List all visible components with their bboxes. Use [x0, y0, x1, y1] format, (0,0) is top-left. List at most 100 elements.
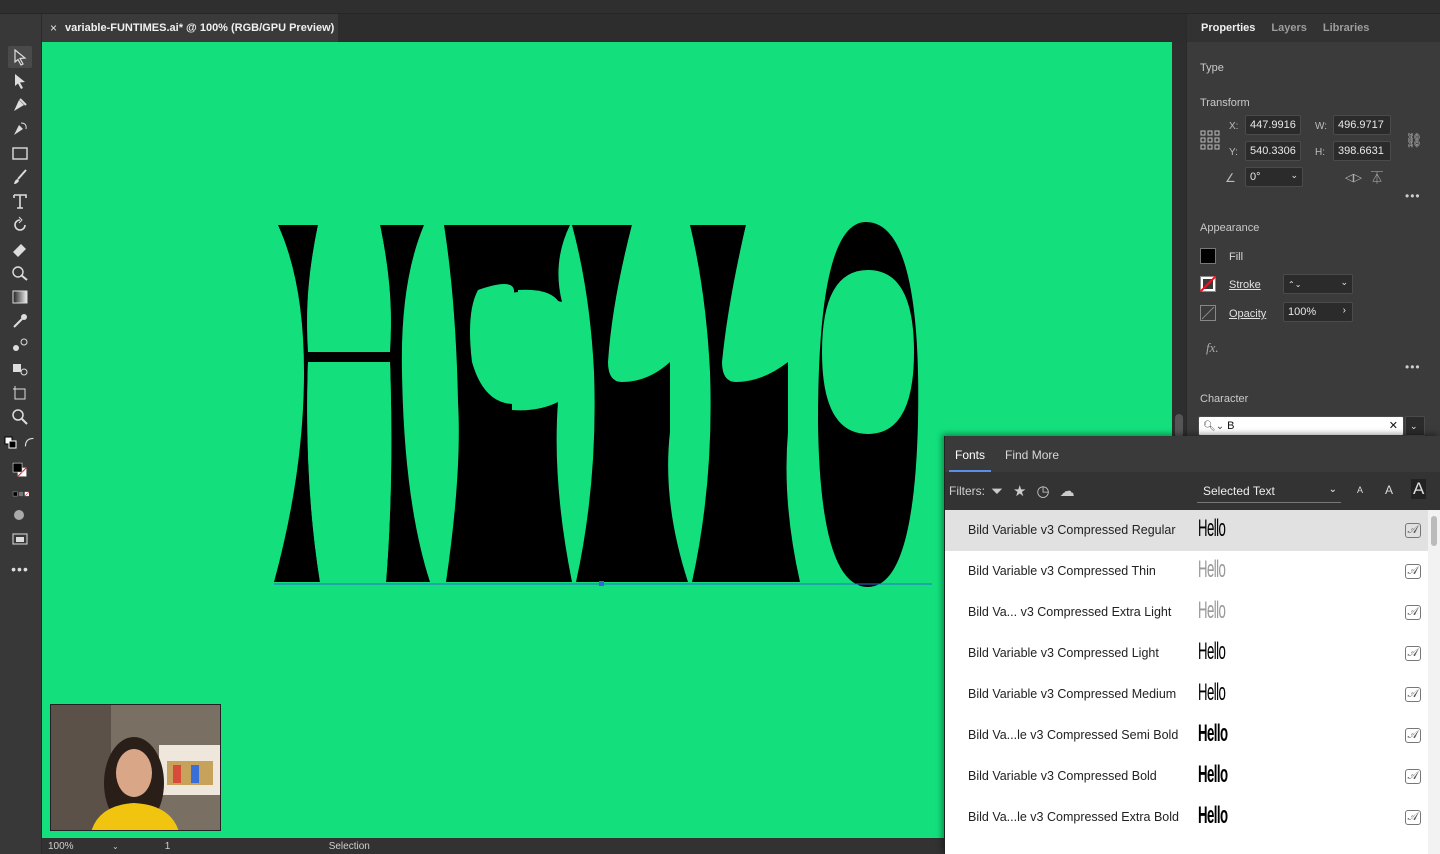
clear-search-icon[interactable]: ✕ — [1389, 419, 1398, 432]
preview-text-select[interactable]: Selected Text ⌄ — [1197, 481, 1341, 503]
document-tab[interactable]: × variable-FUNTIMES.ai* @ 100% (RGB/GPU … — [42, 14, 338, 42]
activated-fonts-icon[interactable]: ☁ — [1060, 482, 1075, 500]
filter-icon[interactable]: ⏷ — [991, 483, 1003, 500]
tab-libraries[interactable]: Libraries — [1315, 22, 1377, 34]
reference-point-icon[interactable] — [1200, 130, 1220, 150]
stroke-swatch[interactable] — [1200, 276, 1216, 292]
medium-sample-size-icon[interactable]: A — [1385, 483, 1393, 497]
x-label: X: — [1229, 121, 1239, 132]
font-row[interactable]: Bild Variable v3 Compressed Regular Hello… — [945, 510, 1429, 551]
rotate-tool-icon[interactable] — [8, 214, 32, 236]
draw-mode-icon[interactable] — [8, 504, 32, 526]
tab-find-more[interactable]: Find More — [999, 436, 1065, 472]
transform-section-label: Transform — [1200, 97, 1250, 109]
tab-layers[interactable]: Layers — [1263, 22, 1314, 34]
paintbrush-tool-icon[interactable] — [8, 166, 32, 188]
font-sample: Hello — [1198, 597, 1226, 624]
small-sample-size-icon[interactable]: A — [1357, 485, 1363, 495]
tab-fonts[interactable]: Fonts — [949, 436, 992, 472]
font-list: Bild Variable v3 Compressed Regular Hello… — [945, 510, 1429, 854]
flip-vertical-icon[interactable]: ⏄ — [1371, 169, 1383, 186]
illustrator-window: ••• × variable-FUNTIMES.ai* @ 100% (RGB/… — [0, 0, 1440, 854]
recent-icon[interactable]: ◷ — [1036, 482, 1049, 500]
scroll-thumb[interactable] — [1431, 516, 1437, 546]
font-list-scrollbar[interactable] — [1428, 510, 1440, 854]
font-row[interactable]: Bild Va...le v3 Compressed Semi Bold Hell… — [945, 715, 1429, 756]
font-row[interactable]: Bild Variable v3 Compressed Thin Hello 𝒜 — [945, 551, 1429, 592]
favorites-icon[interactable]: ★ — [1013, 482, 1026, 500]
font-name: Bild Va...le v3 Compressed Extra Bold — [968, 810, 1179, 824]
type-section-label: Type — [1200, 62, 1224, 74]
tools-panel: ••• — [0, 14, 42, 854]
rotation-value: 0° — [1250, 171, 1261, 183]
gradient-tool-icon[interactable] — [8, 286, 32, 308]
artboard-number[interactable]: 1 — [159, 841, 219, 852]
font-dropdown-button[interactable]: ⌄ — [1405, 416, 1425, 436]
font-row[interactable]: Bild Variable v3 Compressed Bold Hello 𝒜 — [945, 756, 1429, 797]
eyedropper-tool-icon[interactable] — [8, 310, 32, 332]
zoom-tool-icon[interactable] — [8, 406, 32, 428]
more-tools-icon[interactable]: ••• — [8, 558, 32, 580]
close-tab-icon[interactable]: × — [50, 21, 57, 35]
swap-colors-icon[interactable] — [22, 432, 38, 454]
zoom-dropdown-icon[interactable]: ⌄ — [112, 842, 119, 851]
stroke-label[interactable]: Stroke — [1229, 279, 1261, 291]
shape-builder-tool-icon[interactable] — [8, 262, 32, 284]
opacity-icon — [1200, 305, 1216, 321]
opacity-field[interactable]: 100% › — [1283, 302, 1353, 322]
font-sample: Hello — [1198, 802, 1228, 829]
rotation-dropdown-icon[interactable]: ⌄ — [1290, 170, 1298, 181]
font-name: Bild Variable v3 Compressed Light — [968, 646, 1159, 660]
transform-more-icon[interactable]: ••• — [1405, 189, 1421, 203]
fonts-tabs: Fonts Find More — [945, 436, 1440, 472]
curvature-tool-icon[interactable] — [8, 118, 32, 140]
preview-text-value: Selected Text — [1203, 484, 1275, 498]
font-row[interactable]: Bild Variable v3 Compressed Medium Hello 𝒜 — [945, 674, 1429, 715]
symbol-sprayer-tool-icon[interactable] — [8, 358, 32, 380]
artboard-tool-icon[interactable] — [8, 382, 32, 404]
default-colors-icon[interactable] — [4, 432, 18, 454]
zoom-level[interactable]: 100% — [42, 841, 112, 852]
font-name: Bild Variable v3 Compressed Regular — [968, 523, 1176, 537]
fill-stroke-swatches[interactable] — [4, 454, 38, 486]
font-name: Bild Va...le v3 Compressed Semi Bold — [968, 728, 1179, 742]
font-search-field[interactable]: 🔍︎⌄ B ✕ — [1198, 416, 1404, 436]
blend-tool-icon[interactable] — [8, 334, 32, 356]
chevron-down-icon: ⌄ — [1328, 484, 1337, 495]
font-row[interactable]: Bild Variable v3 Compressed Light Hello 𝒜 — [945, 633, 1429, 674]
large-sample-size-icon[interactable]: A — [1411, 479, 1427, 499]
appearance-section-label: Appearance — [1200, 222, 1260, 234]
h-label: H: — [1315, 147, 1325, 158]
flip-horizontal-icon[interactable]: ◁▷ — [1345, 171, 1362, 184]
opacity-value: 100% — [1288, 306, 1317, 318]
variable-font-icon: 𝒜 — [1404, 564, 1421, 579]
font-row[interactable]: Bild Va... v3 Compressed Extra Light Hell… — [945, 592, 1429, 633]
stroke-dropdown-icon[interactable]: ⌄ — [1340, 277, 1348, 288]
scroll-thumb[interactable] — [1175, 414, 1183, 438]
selection-tool-icon[interactable] — [8, 46, 32, 68]
screen-mode-icon[interactable] — [8, 528, 32, 550]
fill-swatch[interactable] — [1200, 248, 1216, 264]
x-field[interactable]: 447.9916 — [1245, 115, 1301, 135]
stroke-weight-field[interactable]: ⌃⌄ ⌄ — [1283, 274, 1353, 294]
document-tab-bar: × variable-FUNTIMES.ai* @ 100% (RGB/GPU … — [42, 14, 1186, 42]
font-sample: Hello — [1198, 720, 1228, 747]
rotation-field[interactable]: 0° ⌄ — [1245, 167, 1303, 187]
constrain-proportions-icon[interactable]: ⛓ — [1405, 132, 1423, 149]
opacity-arrow-icon[interactable]: › — [1343, 305, 1346, 316]
rectangle-tool-icon[interactable] — [8, 142, 32, 164]
tab-properties[interactable]: Properties — [1193, 22, 1263, 34]
fx-icon[interactable]: fx. — [1206, 340, 1219, 356]
h-field[interactable]: 398.6631 — [1333, 141, 1391, 161]
eraser-tool-icon[interactable] — [8, 238, 32, 260]
direct-selection-tool-icon[interactable] — [8, 70, 32, 92]
color-mode-icons[interactable] — [4, 488, 38, 500]
w-field[interactable]: 496.9717 — [1333, 115, 1391, 135]
pen-tool-icon[interactable] — [8, 94, 32, 116]
stepper-icon[interactable]: ⌃⌄ — [1288, 280, 1301, 289]
y-field[interactable]: 540.3306 — [1245, 141, 1301, 161]
appearance-more-icon[interactable]: ••• — [1405, 360, 1421, 374]
opacity-label[interactable]: Opacity — [1229, 308, 1266, 320]
font-row[interactable]: Bild Va...le v3 Compressed Extra Bold Hel… — [945, 797, 1429, 838]
type-tool-icon[interactable] — [8, 190, 32, 212]
